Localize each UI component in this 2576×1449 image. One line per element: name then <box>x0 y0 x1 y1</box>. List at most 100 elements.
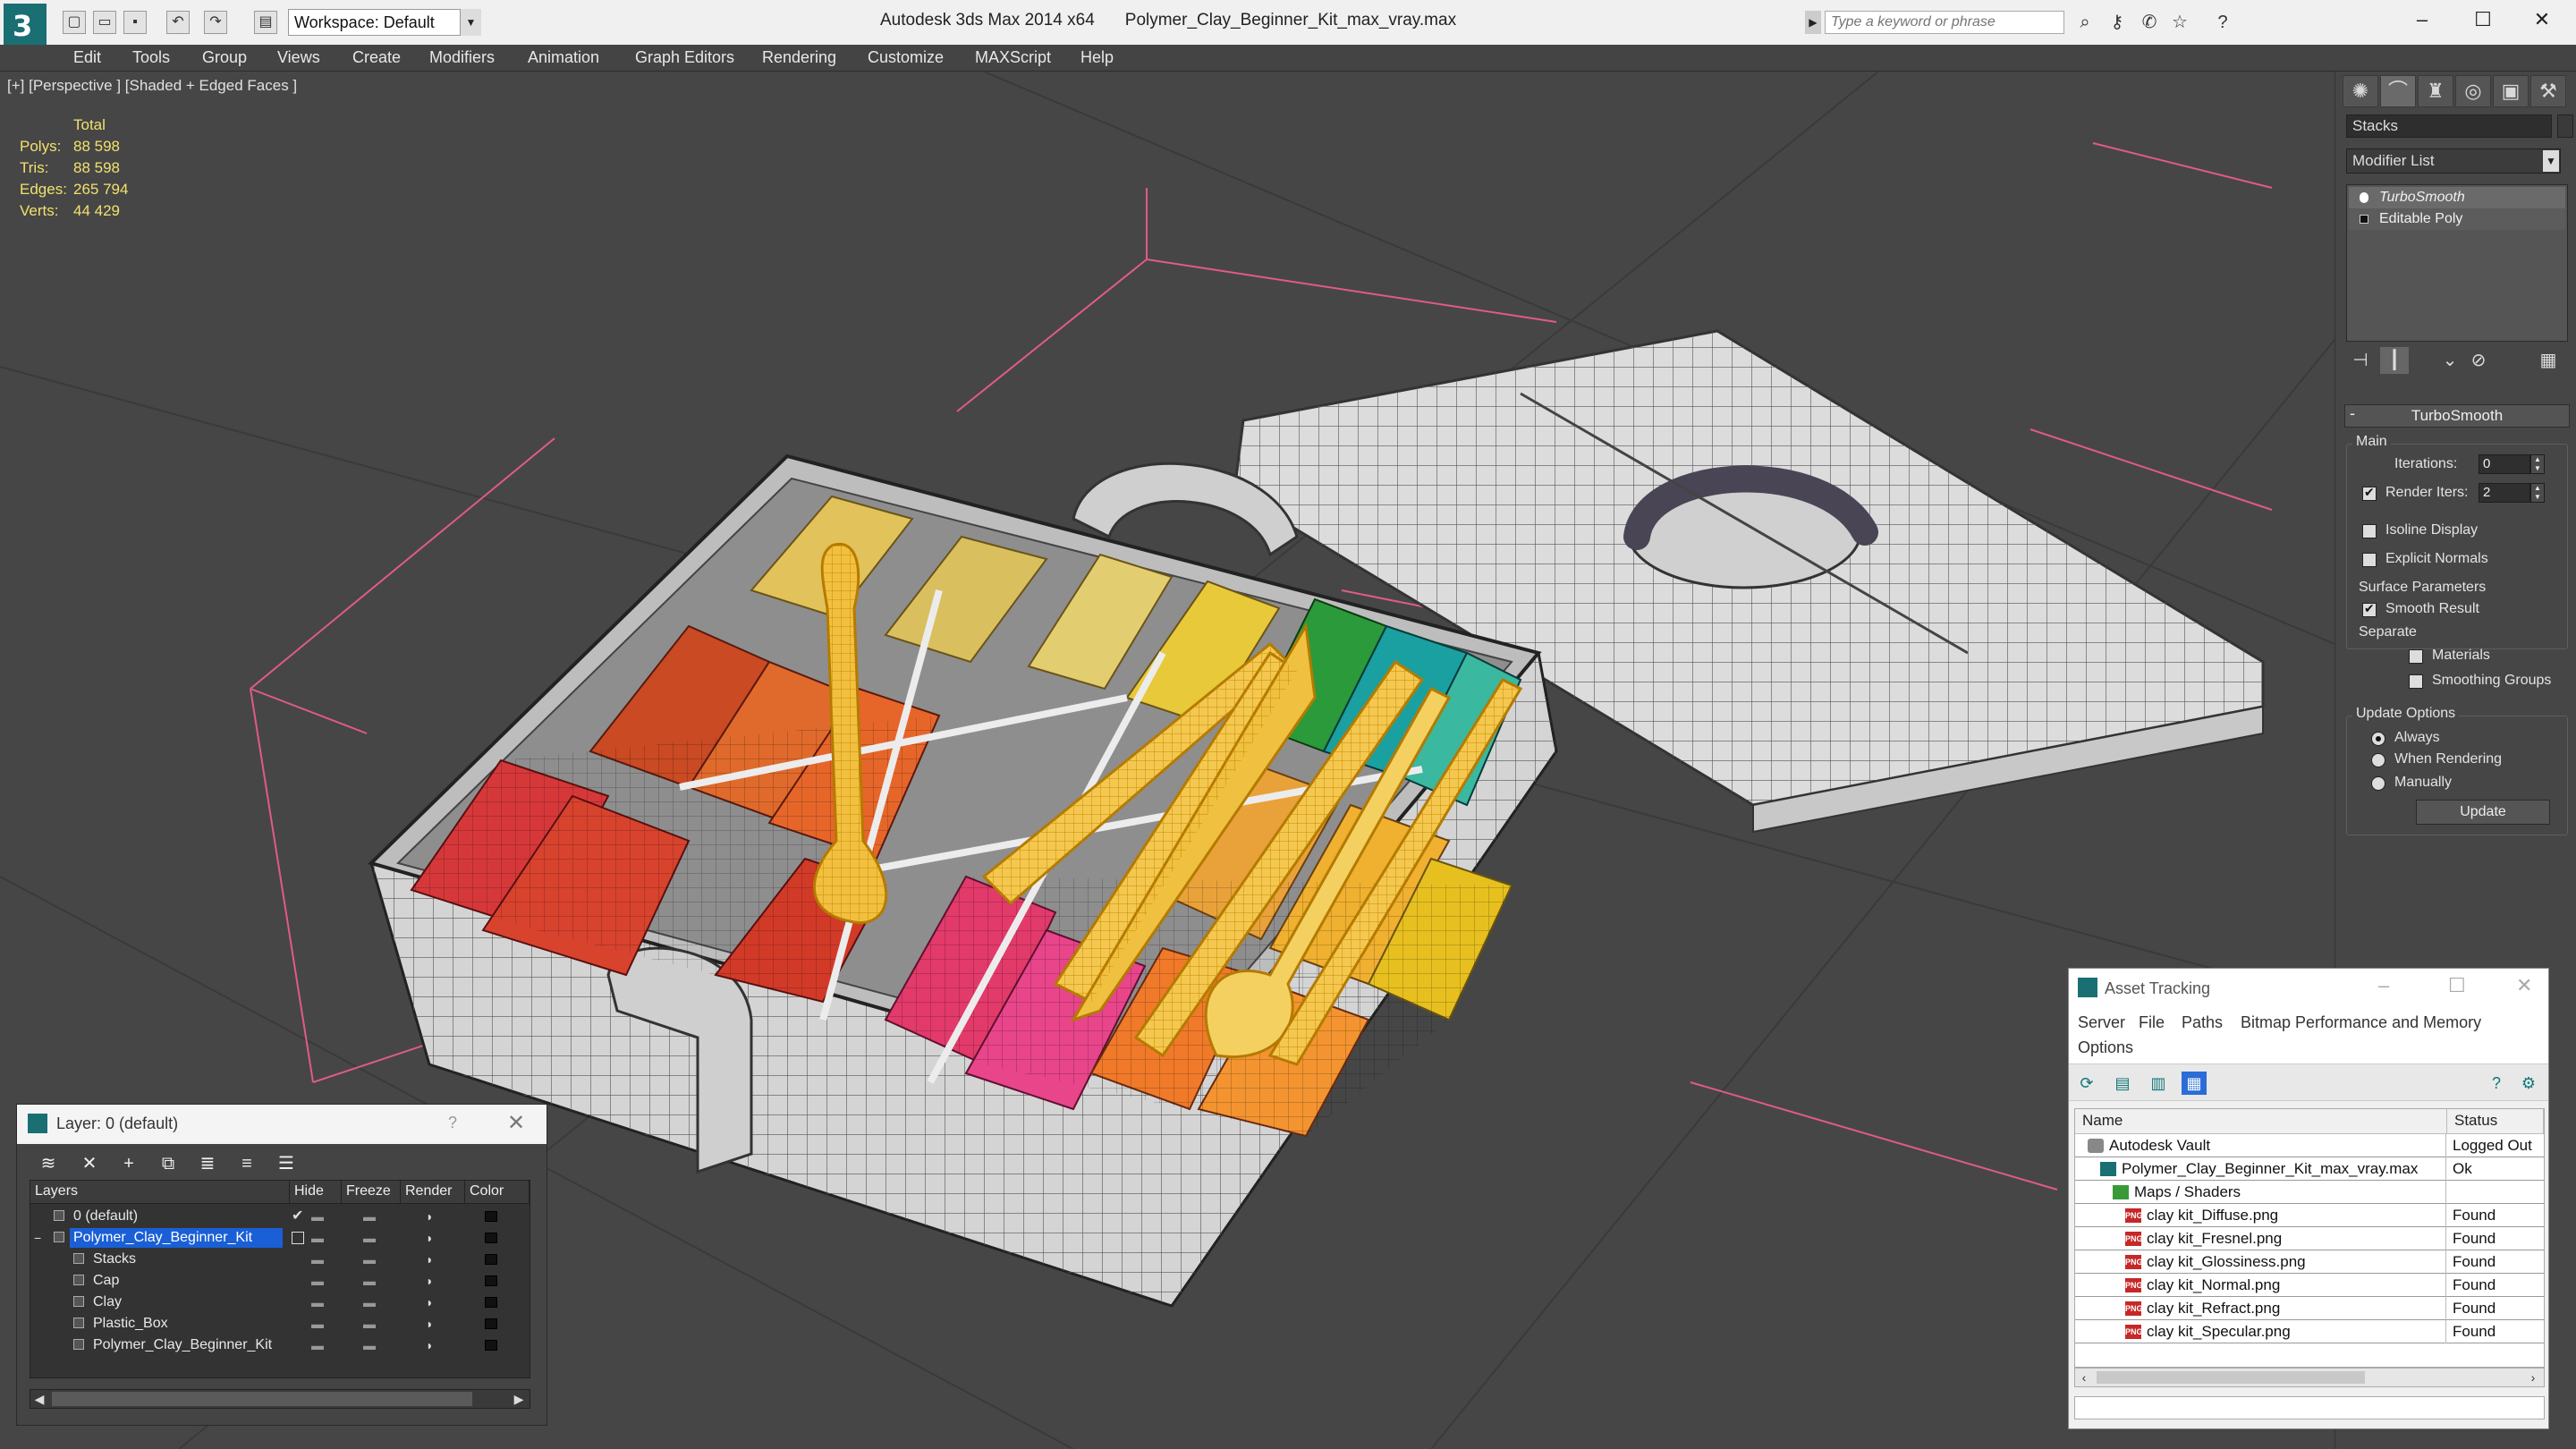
layer-name[interactable]: Plastic_Box <box>89 1314 174 1334</box>
asset-row[interactable]: PNG clay kit_Normal.png Found <box>2075 1274 2544 1297</box>
refresh-icon[interactable]: ⟳ <box>2074 1072 2099 1095</box>
remove-modifier-trash-icon[interactable]: ⊘ <box>2464 347 2493 374</box>
menu-customize[interactable]: Customize <box>868 48 944 67</box>
lightbulb-icon[interactable] <box>2360 192 2368 203</box>
menu-options[interactable]: Options <box>2078 1038 2133 1057</box>
column-color[interactable]: Color <box>465 1181 530 1204</box>
hide-all-layers-icon[interactable]: ≡ <box>233 1151 260 1176</box>
isoline-display-checkbox[interactable] <box>2362 524 2377 538</box>
layer-color-swatch[interactable] <box>485 1297 497 1308</box>
expand-box-icon[interactable] <box>2360 215 2368 224</box>
display-tab-icon[interactable]: ▣ <box>2493 75 2529 107</box>
column-name[interactable]: Name <box>2075 1109 2447 1134</box>
minimize-icon[interactable]: – <box>2388 0 2456 39</box>
column-status[interactable]: Status <box>2447 1109 2544 1134</box>
motion-tab-icon[interactable]: ◎ <box>2455 75 2491 107</box>
layer-color-swatch[interactable] <box>485 1211 497 1222</box>
menu-paths[interactable]: Paths <box>2182 1013 2223 1032</box>
highlight-layer-icon[interactable]: ≣ <box>194 1151 221 1176</box>
scroll-left-icon[interactable]: ‹ <box>2075 1368 2093 1386</box>
hierarchy-tab-icon[interactable]: ♜ <box>2418 75 2453 107</box>
menu-help[interactable]: Help <box>1080 48 1114 67</box>
menu-rendering[interactable]: Rendering <box>762 48 836 67</box>
render-toggle-icon[interactable]: ◗ <box>426 1227 433 1249</box>
app-logo-button[interactable]: 3 <box>4 4 47 47</box>
workspace-dropdown[interactable]: Workspace: Default <box>288 9 481 36</box>
maximize-icon[interactable]: ☐ <box>2449 0 2517 39</box>
close-icon[interactable]: ✕ <box>2508 0 2576 39</box>
menu-maxscript[interactable]: MAXScript <box>975 48 1051 67</box>
undo-icon[interactable]: ↶ <box>166 11 190 34</box>
help-icon[interactable]: ? <box>2484 1072 2509 1095</box>
update-manually-radio[interactable] <box>2371 776 2385 791</box>
asset-horizontal-scrollbar[interactable]: ‹ › <box>2074 1368 2545 1387</box>
viewport-label[interactable]: [+] [Perspective ] [Shaded + Edged Faces… <box>7 77 297 95</box>
layer-color-swatch[interactable] <box>485 1318 497 1329</box>
hide-toggle-icon[interactable]: ▬ <box>311 1313 325 1335</box>
hide-toggle-icon[interactable]: ▬ <box>311 1292 325 1313</box>
hide-toggle-icon[interactable]: ▬ <box>311 1270 325 1292</box>
menu-tools[interactable]: Tools <box>132 48 170 67</box>
scroll-right-icon[interactable]: ▶ <box>510 1390 528 1408</box>
close-icon[interactable]: ✕ <box>2516 974 2532 997</box>
asset-row[interactable]: Autodesk Vault Logged Out <box>2075 1134 2544 1157</box>
modify-tab-icon[interactable]: ⌒ <box>2380 75 2416 107</box>
current-layer-box-icon[interactable] <box>292 1232 304 1244</box>
collapse-icon[interactable]: - <box>2350 404 2355 423</box>
asset-row[interactable]: PNG clay kit_Diffuse.png Found <box>2075 1204 2544 1227</box>
asset-row[interactable]: Maps / Shaders <box>2075 1181 2544 1204</box>
modifier-list-dropdown[interactable]: Modifier List <box>2346 148 2561 174</box>
layer-row[interactable]: − Polymer_Clay_Beginner_Kit ▬ ▬ ◗ <box>30 1227 530 1249</box>
stack-item-editable-poly[interactable]: Editable Poly <box>2349 208 2565 230</box>
layer-name[interactable]: Polymer_Clay_Beginner_Kit <box>89 1335 277 1355</box>
layer-name[interactable]: Clay <box>89 1292 127 1312</box>
update-always-radio[interactable] <box>2371 732 2385 746</box>
help-icon[interactable]: ? <box>448 1114 457 1132</box>
layer-color-swatch[interactable] <box>485 1340 497 1351</box>
scrollbar-thumb[interactable] <box>52 1392 472 1406</box>
freeze-toggle-icon[interactable]: ▬ <box>363 1292 377 1313</box>
column-render[interactable]: Render <box>401 1181 465 1204</box>
update-button[interactable]: Update <box>2416 800 2550 825</box>
select-objects-in-layer-icon[interactable]: ⧉ <box>155 1151 182 1176</box>
column-layers[interactable]: Layers <box>30 1181 290 1204</box>
menu-views[interactable]: Views <box>277 48 320 67</box>
column-freeze[interactable]: Freeze <box>342 1181 401 1204</box>
open-file-icon[interactable]: ▭ <box>93 11 116 34</box>
smooth-result-checkbox[interactable] <box>2362 601 2377 617</box>
settings-icon[interactable]: ⚙ <box>2516 1072 2541 1095</box>
scroll-right-icon[interactable]: › <box>2524 1368 2542 1386</box>
menu-edit[interactable]: Edit <box>73 48 101 67</box>
favorites-star-icon[interactable]: ☆ <box>2166 11 2193 34</box>
layer-row[interactable]: 0 (default) ✔ ▬ ▬ ◗ <box>30 1206 530 1227</box>
utilities-tab-hammer-icon[interactable]: ⚒ <box>2530 75 2566 107</box>
asset-tracking-titlebar[interactable]: Asset Tracking – ☐ ✕ <box>2069 969 2548 1008</box>
render-toggle-icon[interactable]: ◗ <box>426 1292 433 1313</box>
menu-server[interactable]: Server <box>2078 1013 2125 1032</box>
pin-stack-icon[interactable]: ⊣ <box>2346 347 2375 374</box>
key-icon[interactable]: ⚷ <box>2104 11 2131 34</box>
hide-toggle-icon[interactable]: ▬ <box>311 1249 325 1270</box>
delete-layer-icon[interactable]: ✕ <box>76 1151 103 1176</box>
communication-center-icon[interactable]: ✆ <box>2136 11 2163 34</box>
object-color-swatch[interactable] <box>2557 114 2573 138</box>
layer-manager-icon[interactable]: ≋ <box>35 1151 62 1176</box>
make-unique-icon[interactable]: ⌄ <box>2436 347 2464 374</box>
render-toggle-icon[interactable]: ◗ <box>426 1249 433 1270</box>
redo-icon[interactable]: ↷ <box>204 11 227 34</box>
render-toggle-icon[interactable]: ◗ <box>426 1206 433 1227</box>
layer-dialog-titlebar[interactable]: Layer: 0 (default) ? ✕ <box>17 1105 547 1144</box>
configure-modifier-sets-icon[interactable]: ▦ <box>2534 347 2563 374</box>
freeze-toggle-icon[interactable]: ▬ <box>363 1335 377 1356</box>
render-toggle-icon[interactable]: ◗ <box>426 1270 433 1292</box>
layer-name[interactable]: Cap <box>89 1271 124 1291</box>
binoculars-icon[interactable]: ⌕ <box>2072 11 2098 34</box>
layer-name[interactable]: Polymer_Clay_Beginner_Kit <box>70 1228 283 1248</box>
thumbnail-view-icon[interactable]: ▥ <box>2146 1072 2171 1095</box>
smoothing-groups-checkbox[interactable] <box>2409 674 2423 689</box>
hide-toggle-icon[interactable]: ▬ <box>311 1227 325 1249</box>
column-hide[interactable]: Hide <box>290 1181 342 1204</box>
asset-row[interactable]: PNG clay kit_Specular.png Found <box>2075 1320 2544 1343</box>
render-toggle-icon[interactable]: ◗ <box>426 1313 433 1335</box>
spinner-arrows-icon[interactable]: ▲ ▼ <box>2530 454 2545 474</box>
